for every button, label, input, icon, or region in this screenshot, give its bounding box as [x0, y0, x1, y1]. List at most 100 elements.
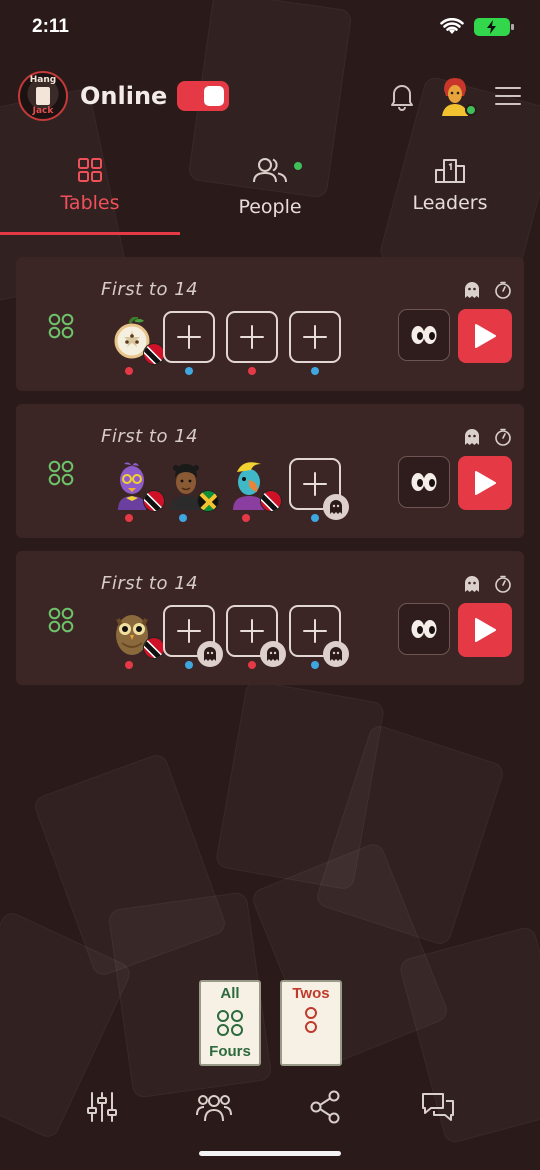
table-card[interactable]: First to 14 [16, 257, 524, 391]
wifi-icon [440, 18, 464, 34]
play-button[interactable] [458, 603, 512, 657]
people-icon [253, 158, 287, 183]
filter-fours-button[interactable]: All Fours [199, 980, 261, 1066]
play-button[interactable] [458, 456, 512, 510]
team-color-dot [125, 661, 133, 669]
play-icon [475, 324, 496, 348]
friends-button[interactable] [194, 1084, 234, 1130]
online-toggle[interactable] [177, 81, 230, 111]
toggle-knob [204, 86, 225, 106]
player-seat[interactable] [109, 311, 165, 375]
four-dots-icon [48, 460, 74, 486]
team-color-dot [248, 367, 256, 375]
table-card[interactable]: First to 14 [16, 551, 524, 685]
team-color-dot [242, 514, 250, 522]
four-dots-icon [48, 313, 74, 339]
bottom-nav [0, 1084, 540, 1130]
tab-leaders[interactable]: Leaders [360, 150, 540, 236]
chat-button[interactable] [418, 1084, 458, 1130]
status-icons [440, 18, 514, 36]
trinidad-flag-icon [260, 490, 282, 512]
ghost-icon [465, 429, 479, 445]
team-color-dot [311, 661, 319, 669]
empty-seat-button[interactable] [289, 605, 349, 669]
player-seat[interactable] [226, 458, 282, 522]
stopwatch-icon [495, 575, 511, 593]
team-color-dot [185, 367, 193, 375]
empty-seat-button[interactable] [163, 311, 215, 375]
tab-tables-label: Tables [60, 192, 120, 214]
four-dots-icon [48, 607, 74, 633]
trinidad-flag-icon [143, 490, 165, 512]
people-notification-dot [294, 162, 302, 170]
trinidad-flag-icon [143, 343, 165, 365]
plus-icon [289, 311, 341, 363]
ghost-icon [465, 576, 479, 592]
empty-seat-button[interactable] [226, 605, 286, 669]
menu-icon[interactable] [494, 85, 522, 107]
filter-fours-label: Fours [209, 1043, 251, 1060]
eyes-icon [411, 620, 437, 638]
team-color-dot [179, 514, 187, 522]
tab-tables[interactable]: Tables [0, 150, 180, 236]
team-color-dot [311, 514, 319, 522]
user-avatar[interactable] [436, 76, 477, 116]
spectate-button[interactable] [398, 603, 450, 655]
battery-icon [474, 18, 514, 36]
empty-seat-button[interactable] [226, 311, 278, 375]
share-icon [310, 1090, 340, 1124]
table-card[interactable]: First to 14 [16, 404, 524, 538]
four-dots-icon [217, 1009, 243, 1036]
tab-people[interactable]: People [180, 150, 360, 236]
ghost-badge-icon [260, 641, 286, 667]
stopwatch-icon [495, 281, 511, 299]
plus-icon [226, 311, 278, 363]
home-indicator [199, 1151, 341, 1156]
group-icon [196, 1095, 232, 1122]
table-title: First to 14 [101, 426, 199, 447]
empty-seat-button[interactable] [289, 311, 341, 375]
filter-twos-button[interactable]: Twos [280, 980, 342, 1066]
player-seat[interactable] [163, 458, 219, 522]
settings-sliders-button[interactable] [82, 1084, 122, 1130]
sliders-icon [87, 1092, 117, 1122]
filter-twos-label: Twos [292, 985, 330, 1002]
empty-seat-button[interactable] [163, 605, 223, 669]
header-actions [388, 76, 522, 116]
logo-text-bottom: Jack [32, 106, 54, 116]
share-button[interactable] [305, 1084, 345, 1130]
ghost-badge-icon [197, 641, 223, 667]
podium-icon [435, 159, 465, 183]
play-icon [475, 618, 496, 642]
bell-icon[interactable] [388, 81, 416, 111]
chat-icon [422, 1093, 454, 1121]
team-color-dot [248, 661, 256, 669]
empty-seat-button[interactable] [289, 458, 349, 522]
app-logo[interactable]: Hang Jack [18, 71, 68, 121]
jamaica-flag-icon [197, 490, 219, 512]
ghost-badge-icon [323, 641, 349, 667]
plus-icon [163, 311, 215, 363]
active-tab-underline [0, 232, 180, 235]
spectate-button[interactable] [398, 309, 450, 361]
eyes-icon [411, 473, 437, 491]
people-icon-wrap [252, 156, 302, 188]
spectate-button[interactable] [398, 456, 450, 508]
play-button[interactable] [458, 309, 512, 363]
tab-people-label: People [238, 196, 302, 218]
ghost-badge-icon [323, 494, 349, 520]
grid-icon [78, 158, 102, 182]
team-color-dot [311, 367, 319, 375]
filter-all-label: All [220, 985, 240, 1002]
player-seat[interactable] [109, 458, 165, 522]
online-indicator [465, 104, 477, 116]
team-color-dot [185, 661, 193, 669]
team-color-dot [125, 514, 133, 522]
main-tabs: Tables People Leaders [0, 150, 540, 236]
online-status-label: Online [80, 82, 168, 110]
eyes-icon [411, 326, 437, 344]
status-bar: 2:11 [0, 0, 540, 54]
tab-leaders-label: Leaders [412, 192, 488, 214]
team-color-dot [125, 367, 133, 375]
player-seat[interactable] [109, 605, 165, 669]
